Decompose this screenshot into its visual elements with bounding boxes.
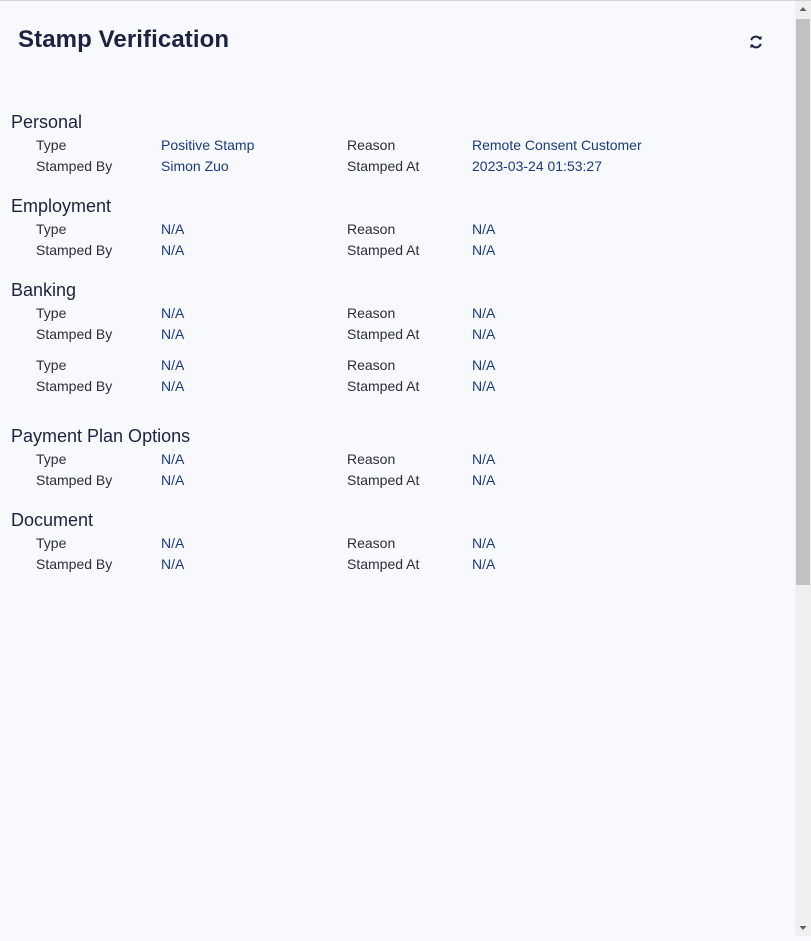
stamped-by-value: N/A [161,326,185,342]
vertical-scrollbar[interactable] [795,1,811,936]
stamp-row: Type N/A Reason N/A [11,303,771,324]
stamp-row: Type N/A Reason N/A [11,533,771,554]
stamped-at-value: N/A [472,556,496,572]
scroll-down-arrow-icon[interactable] [795,920,811,936]
type-label: Type [36,451,67,467]
reason-label: Reason [347,137,396,153]
stamped-by-label: Stamped By [36,378,113,394]
type-value: N/A [161,357,185,373]
reason-value: N/A [472,221,496,237]
stamped-by-value: N/A [161,242,185,258]
section-title: Payment Plan Options [11,426,191,446]
refresh-button[interactable] [745,31,767,53]
reason-label: Reason [347,357,396,373]
reason-value: Remote Consent Customer [472,137,642,153]
section-banking: Banking Type N/A Reason N/A Stamped By N… [11,279,771,397]
type-label: Type [36,305,67,321]
stamp-details: Type N/A Reason N/A Stamped By N/A Stamp… [11,219,771,261]
section-document: Document Type N/A Reason N/A Stamped By … [11,509,771,575]
stamped-by-value: Simon Zuo [161,158,229,174]
stamp-details: Type N/A Reason N/A Stamped By N/A Stamp… [11,303,771,397]
stamp-row: Type N/A Reason N/A [11,219,771,240]
type-value: N/A [161,305,185,321]
stamped-at-label: Stamped At [347,326,420,342]
stamped-at-label: Stamped At [347,378,420,394]
stamped-at-value: N/A [472,242,496,258]
stamp-details: Type Positive Stamp Reason Remote Consen… [11,135,771,177]
stamp-row: Type Positive Stamp Reason Remote Consen… [11,135,771,156]
stamp-verification-page: Stamp Verification Personal Type Positiv… [0,0,795,936]
stamped-at-label: Stamped At [347,472,420,488]
stamped-by-label: Stamped By [36,242,113,258]
reason-label: Reason [347,451,396,467]
type-label: Type [36,137,67,153]
type-value: N/A [161,535,185,551]
refresh-icon [750,35,762,49]
section-personal: Personal Type Positive Stamp Reason Remo… [11,111,771,177]
stamp-details: Type N/A Reason N/A Stamped By N/A Stamp… [11,533,771,575]
scrollbar-thumb[interactable] [796,19,810,585]
stamped-by-label: Stamped By [36,556,113,572]
stamp-details: Type N/A Reason N/A Stamped By N/A Stamp… [11,449,771,491]
stamp-row: Stamped By N/A Stamped At N/A [11,376,771,397]
reason-label: Reason [347,221,396,237]
section-title: Personal [11,112,83,132]
stamped-at-value: N/A [472,378,496,394]
type-label: Type [36,535,67,551]
section-payment-plan-options: Payment Plan Options Type N/A Reason N/A… [11,425,771,491]
type-value: N/A [161,451,185,467]
scroll-up-arrow-icon[interactable] [795,1,811,17]
stamp-row: Type N/A Reason N/A [11,355,771,376]
type-value: Positive Stamp [161,137,255,153]
section-title: Document [11,510,94,530]
type-label: Type [36,221,67,237]
stamp-row: Stamped By Simon Zuo Stamped At 2023-03-… [11,156,771,177]
reason-label: Reason [347,535,396,551]
reason-value: N/A [472,305,496,321]
reason-value: N/A [472,451,496,467]
type-value: N/A [161,221,185,237]
stamped-by-label: Stamped By [36,326,113,342]
stamped-by-value: N/A [161,472,185,488]
stamped-by-value: N/A [161,378,185,394]
stamp-row: Stamped By N/A Stamped At N/A [11,324,771,345]
reason-value: N/A [472,357,496,373]
section-title: Employment [11,196,112,216]
stamped-at-label: Stamped At [347,158,420,174]
stamp-row: Stamped By N/A Stamped At N/A [11,470,771,491]
stamped-by-label: Stamped By [36,472,113,488]
stamp-row: Type N/A Reason N/A [11,449,771,470]
stamped-by-label: Stamped By [36,158,113,174]
stamped-at-value: N/A [472,326,496,342]
reason-label: Reason [347,305,396,321]
stamped-at-value: N/A [472,472,496,488]
page-title: Stamp Verification [18,26,230,53]
entry-spacer [11,345,771,355]
stamped-at-label: Stamped At [347,556,420,572]
stamp-row: Stamped By N/A Stamped At N/A [11,240,771,261]
stamped-at-value: 2023-03-24 01:53:27 [472,158,602,174]
stamp-row: Stamped By N/A Stamped At N/A [11,554,771,575]
stamped-by-value: N/A [161,556,185,572]
section-employment: Employment Type N/A Reason N/A Stamped B… [11,195,771,261]
reason-value: N/A [472,535,496,551]
type-label: Type [36,357,67,373]
stamped-at-label: Stamped At [347,242,420,258]
section-title: Banking [11,280,77,300]
